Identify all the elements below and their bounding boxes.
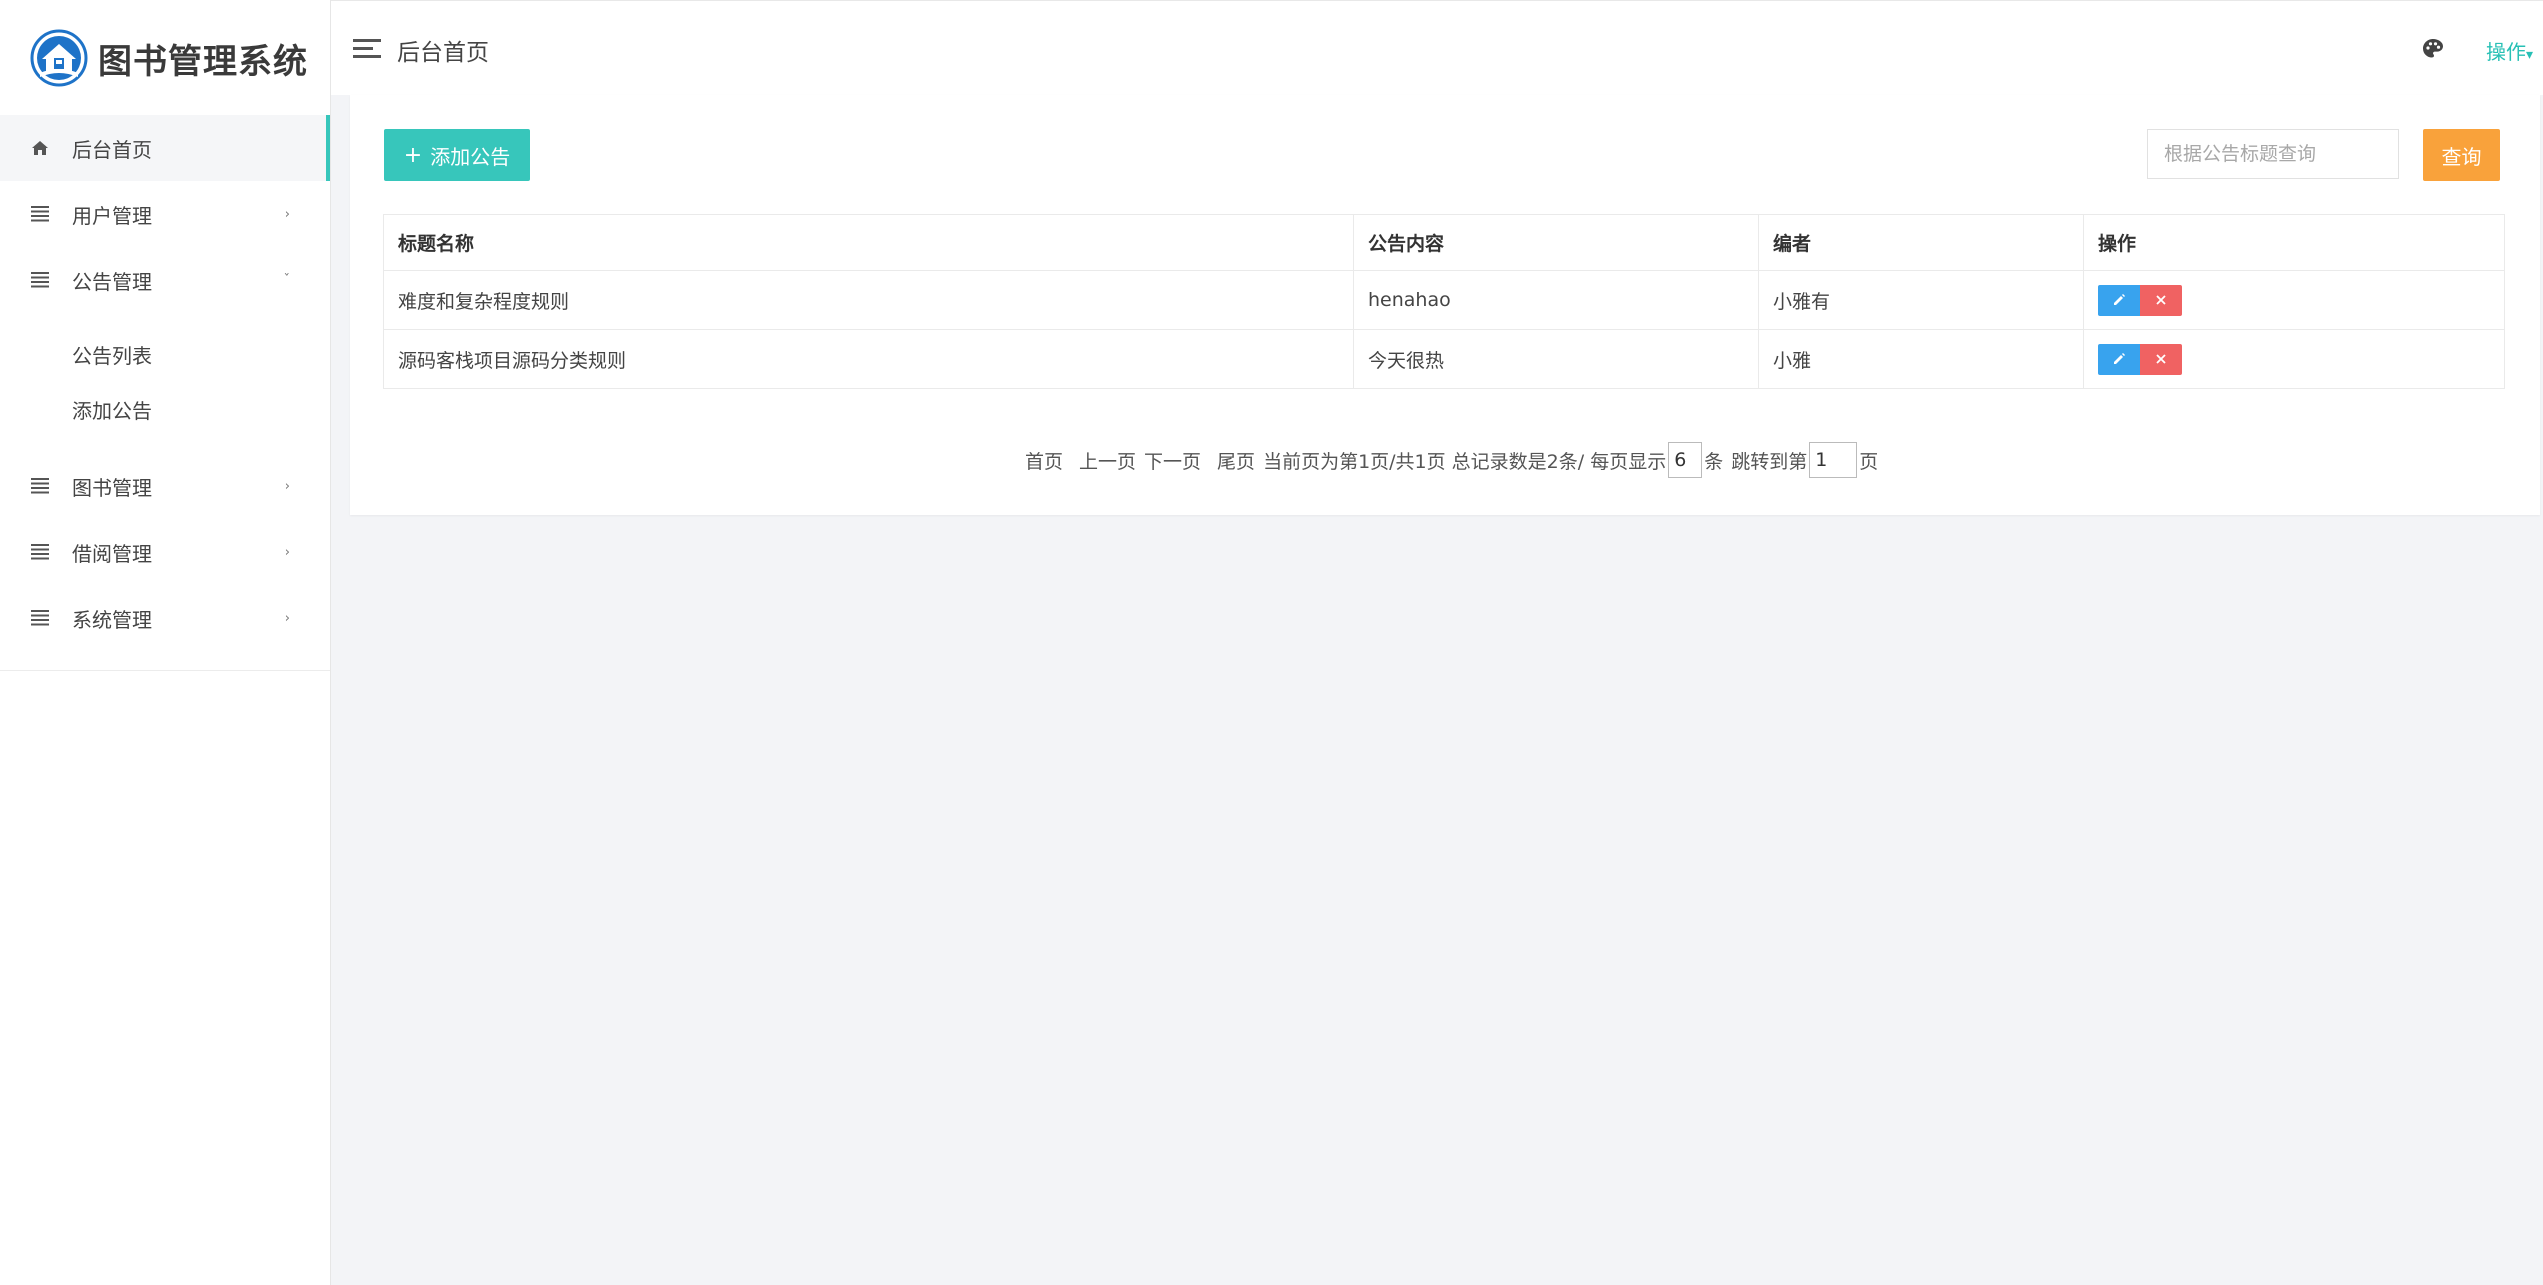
column-header-title: 标题名称	[383, 214, 1354, 271]
column-header-author: 编者	[1758, 214, 2084, 271]
notice-title-search-input[interactable]	[2147, 129, 2399, 179]
page-size-input[interactable]	[1668, 442, 1703, 478]
cell-title: 难度和复杂程度规则	[383, 270, 1354, 330]
submenu-item-add-notice[interactable]: 添加公告	[0, 382, 330, 437]
delete-button[interactable]	[2140, 343, 2182, 375]
operations-dropdown[interactable]: 操作▾	[2486, 36, 2533, 65]
table-row: 难度和复杂程度规则 henahao 小雅有	[383, 270, 2505, 330]
pagination-last-link[interactable]: 尾页	[1217, 447, 1255, 474]
house-logo-icon	[30, 29, 88, 87]
cell-content: henahao	[1353, 270, 1759, 330]
table-header-row: 标题名称 公告内容 编者 操作	[383, 214, 2505, 271]
sidebar-item-borrow-management[interactable]: 借阅管理 ›	[0, 519, 330, 585]
pencil-icon	[2114, 353, 2125, 364]
table-row: 源码客栈项目源码分类规则 今天很热 小雅	[383, 329, 2505, 389]
sidebar: 图书管理系统 后台首页 用户管理 › 公告管理 ˇ 公告列表 添加公告 图书管理…	[0, 0, 331, 1285]
pagination-next-link[interactable]: 下一页	[1144, 447, 1201, 474]
pagination-unit: 条	[1704, 450, 1724, 473]
app-logo[interactable]: 图书管理系统	[30, 28, 308, 88]
close-icon	[2156, 354, 2166, 364]
cell-title: 源码客栈项目源码分类规则	[383, 329, 1354, 389]
operations-label: 操作	[2486, 40, 2526, 64]
content-panel: + 添加公告 查询 标题名称 公告内容 编者 操作 难度和复杂程度规则 hena…	[350, 95, 2540, 515]
chevron-down-icon: ˇ	[283, 272, 291, 288]
sidebar-item-notice-management[interactable]: 公告管理 ˇ	[0, 247, 330, 313]
sidebar-item-label: 用户管理	[72, 203, 152, 228]
list-icon	[30, 608, 50, 628]
caret-down-icon: ▾	[2526, 47, 2534, 63]
cell-actions	[2083, 329, 2505, 389]
jump-to-suffix: 页	[1859, 450, 1879, 473]
plus-icon: +	[403, 142, 423, 168]
sidebar-item-book-management[interactable]: 图书管理 ›	[0, 453, 330, 519]
sidebar-item-label: 后台首页	[72, 137, 152, 162]
delete-button[interactable]	[2140, 284, 2182, 316]
list-icon	[30, 476, 50, 496]
sidebar-item-label: 公告管理	[72, 269, 152, 294]
top-bar: 后台首页 操作▾	[331, 0, 2543, 95]
column-header-content: 公告内容	[1353, 214, 1759, 271]
submenu-item-notice-list[interactable]: 公告列表	[0, 327, 330, 382]
cell-actions	[2083, 270, 2505, 330]
pagination-status: 当前页为第1页/共1页 总记录数是2条/ 每页显示	[1263, 450, 1667, 473]
sidebar-item-dashboard[interactable]: 后台首页	[0, 115, 330, 181]
edit-button[interactable]	[2098, 284, 2140, 316]
chevron-right-icon: ›	[284, 544, 290, 560]
sidebar-item-system-management[interactable]: 系统管理 ›	[0, 585, 330, 651]
add-notice-button[interactable]: + 添加公告	[384, 129, 530, 181]
add-notice-label: 添加公告	[430, 144, 511, 169]
chevron-right-icon: ›	[284, 478, 290, 494]
column-header-actions: 操作	[2083, 214, 2505, 271]
list-icon	[30, 542, 50, 562]
sidebar-item-user-management[interactable]: 用户管理 ›	[0, 181, 330, 247]
pagination-first-link[interactable]: 首页	[1025, 447, 1063, 474]
sidebar-item-label: 图书管理	[72, 475, 152, 500]
search-button[interactable]: 查询	[2423, 129, 2500, 181]
home-icon	[30, 138, 50, 158]
sidebar-divider	[0, 670, 330, 671]
close-icon	[2156, 295, 2166, 305]
cell-content: 今天很热	[1353, 329, 1759, 389]
pencil-icon	[2114, 294, 2125, 305]
notice-table: 标题名称 公告内容 编者 操作 难度和复杂程度规则 henahao 小雅有 源码…	[383, 214, 2505, 389]
list-icon	[30, 270, 50, 290]
edit-button[interactable]	[2098, 343, 2140, 375]
palette-icon[interactable]	[2421, 37, 2445, 65]
sidebar-item-label: 系统管理	[72, 607, 152, 632]
page-title: 后台首页	[397, 40, 489, 66]
pagination-prev-link[interactable]: 上一页	[1079, 447, 1136, 474]
sidebar-menu: 后台首页 用户管理 › 公告管理 ˇ 公告列表 添加公告 图书管理 › 借阅管理…	[0, 115, 330, 651]
list-icon	[30, 204, 50, 224]
chevron-right-icon: ›	[284, 206, 290, 222]
cell-author: 小雅	[1758, 329, 2084, 389]
chevron-right-icon: ›	[284, 610, 290, 626]
app-title: 图书管理系统	[98, 41, 308, 82]
cell-author: 小雅有	[1758, 270, 2084, 330]
pagination: 首页 上一页 下一页 尾页 当前页为第1页/共1页 总记录数是2条/ 每页显示 …	[1025, 442, 1878, 478]
menu-toggle-icon[interactable]	[353, 39, 383, 59]
sidebar-item-label: 借阅管理	[72, 541, 152, 566]
jump-to-prefix: 跳转到第	[1731, 450, 1808, 473]
jump-page-input[interactable]	[1809, 442, 1858, 478]
